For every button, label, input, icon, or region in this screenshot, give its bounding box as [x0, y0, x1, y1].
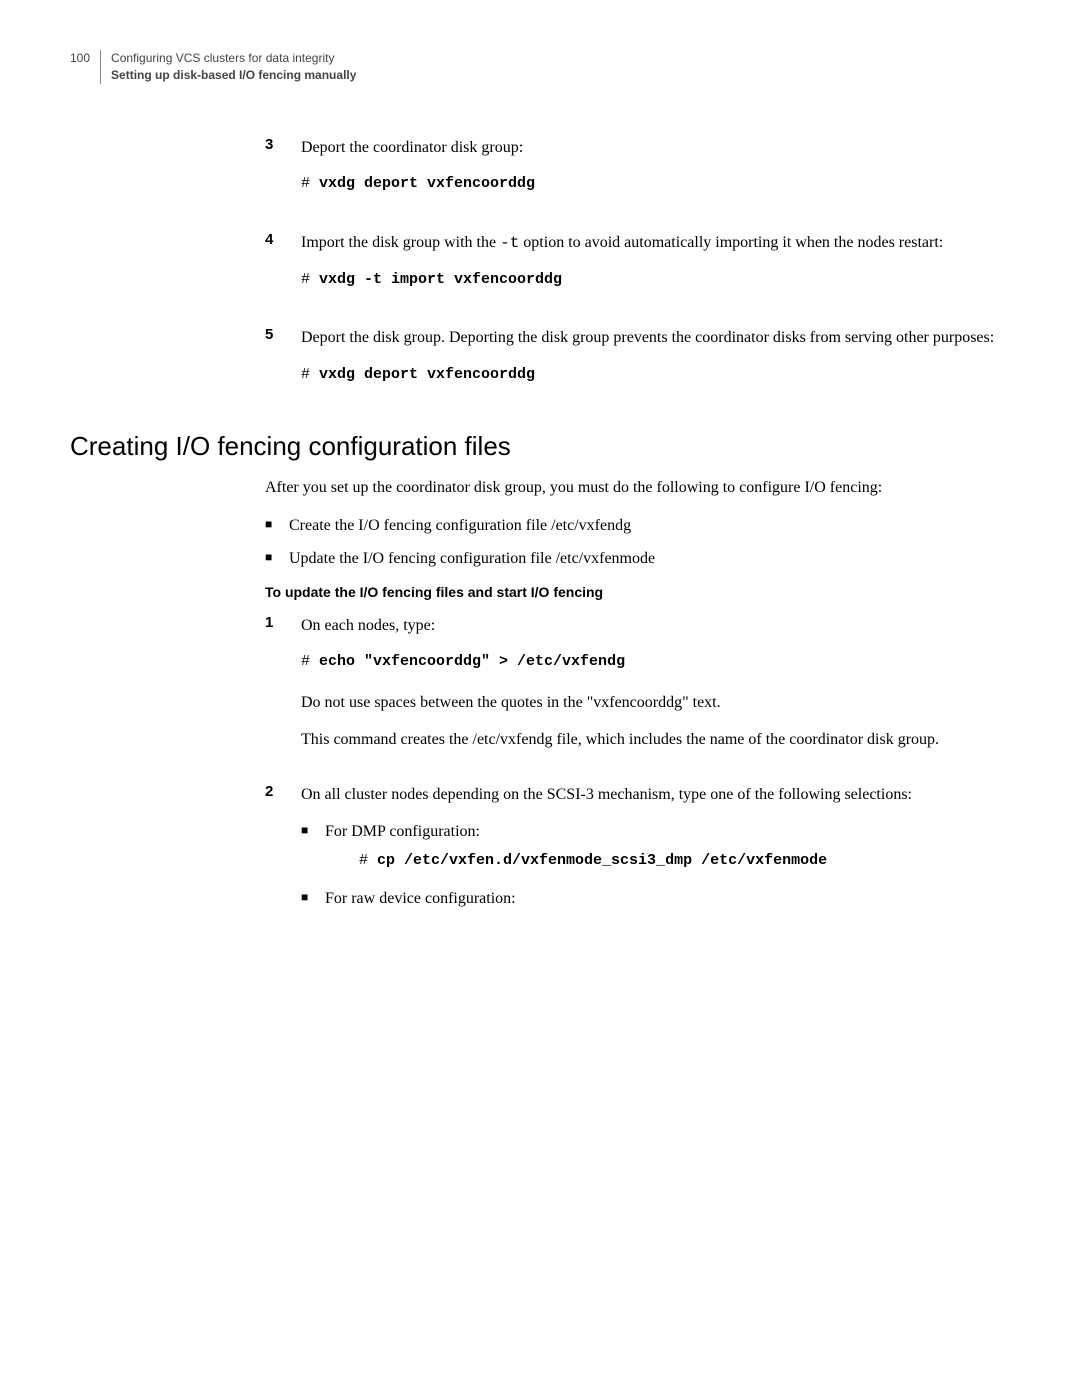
- code-command: vxdg -t import vxfencoorddg: [319, 271, 562, 288]
- step-text: Import the disk group with the -t option…: [301, 231, 943, 255]
- step-1: 1 On each nodes, type: # echo "vxfencoor…: [265, 614, 1010, 765]
- page: 100 Configuring VCS clusters for data in…: [0, 0, 1080, 1001]
- step-body: Import the disk group with the -t option…: [301, 231, 943, 309]
- code-prompt: #: [301, 366, 319, 383]
- text-pre: Import the disk group with the: [301, 234, 500, 251]
- step-text: On all cluster nodes depending on the SC…: [301, 783, 912, 806]
- step-3: 3 Deport the coordinator disk group: # v…: [265, 136, 1010, 213]
- step-body: On all cluster nodes depending on the SC…: [301, 783, 912, 922]
- step-body: Deport the coordinator disk group: # vxd…: [301, 136, 535, 213]
- code-block: # echo "vxfencoorddg" > /etc/vxfendg: [301, 651, 939, 673]
- text-mono: -t: [500, 234, 519, 252]
- code-block: # vxdg deport vxfencoorddg: [301, 364, 994, 386]
- step-number: 2: [265, 783, 301, 922]
- code-block: # cp /etc/vxfen.d/vxfenmode_scsi3_dmp /e…: [359, 850, 912, 872]
- step-number: 1: [265, 614, 301, 765]
- header-line1: Configuring VCS clusters for data integr…: [111, 50, 356, 67]
- code-command: cp /etc/vxfen.d/vxfenmode_scsi3_dmp /etc…: [377, 852, 827, 869]
- step-body: Deport the disk group. Deporting the dis…: [301, 326, 994, 403]
- top-steps: 3 Deport the coordinator disk group: # v…: [70, 136, 1010, 404]
- bullet-list: Create the I/O fencing configuration fil…: [265, 514, 1010, 570]
- code-prompt: #: [359, 852, 377, 869]
- sub-bullet-label: For raw device configuration:: [325, 890, 516, 907]
- intro-paragraph: After you set up the coordinator disk gr…: [265, 476, 1010, 499]
- page-number: 100: [70, 50, 90, 67]
- step-number: 5: [265, 326, 301, 403]
- code-prompt: #: [301, 175, 319, 192]
- section-body: After you set up the coordinator disk gr…: [70, 476, 1010, 922]
- procedure-heading: To update the I/O fencing files and star…: [265, 584, 1010, 600]
- step-text: Deport the disk group. Deporting the dis…: [301, 326, 994, 349]
- sub-bullet-list: For DMP configuration: # cp /etc/vxfen.d…: [301, 820, 912, 910]
- step-number: 4: [265, 231, 301, 309]
- step-number: 3: [265, 136, 301, 213]
- bullet-item: Update the I/O fencing configuration fil…: [265, 547, 1010, 570]
- text-post: option to avoid automatically importing …: [519, 234, 943, 251]
- sub-bullet-item: For raw device configuration:: [301, 887, 912, 910]
- code-prompt: #: [301, 653, 319, 670]
- step-4: 4 Import the disk group with the -t opti…: [265, 231, 1010, 309]
- code-block: # vxdg deport vxfencoorddg: [301, 173, 535, 195]
- code-command: vxdg deport vxfencoorddg: [319, 175, 535, 192]
- header-text: Configuring VCS clusters for data integr…: [100, 50, 356, 84]
- code-command: echo "vxfencoorddg" > /etc/vxfendg: [319, 653, 625, 670]
- step-body: On each nodes, type: # echo "vxfencoordd…: [301, 614, 939, 765]
- section-heading: Creating I/O fencing configuration files: [70, 431, 1010, 462]
- step-note: This command creates the /etc/vxfendg fi…: [301, 728, 939, 751]
- code-block: # vxdg -t import vxfencoorddg: [301, 269, 943, 291]
- sub-bullet-item: For DMP configuration: # cp /etc/vxfen.d…: [301, 820, 912, 871]
- step-note: Do not use spaces between the quotes in …: [301, 691, 939, 714]
- step-5: 5 Deport the disk group. Deporting the d…: [265, 326, 1010, 403]
- sub-bullet-label: For DMP configuration:: [325, 823, 480, 840]
- header-line2: Setting up disk-based I/O fencing manual…: [111, 67, 356, 84]
- step-text: Deport the coordinator disk group:: [301, 136, 535, 159]
- bullet-item: Create the I/O fencing configuration fil…: [265, 514, 1010, 537]
- step-2: 2 On all cluster nodes depending on the …: [265, 783, 1010, 922]
- code-prompt: #: [301, 271, 319, 288]
- step-text: On each nodes, type:: [301, 614, 939, 637]
- page-header: 100 Configuring VCS clusters for data in…: [70, 50, 1010, 84]
- code-command: vxdg deport vxfencoorddg: [319, 366, 535, 383]
